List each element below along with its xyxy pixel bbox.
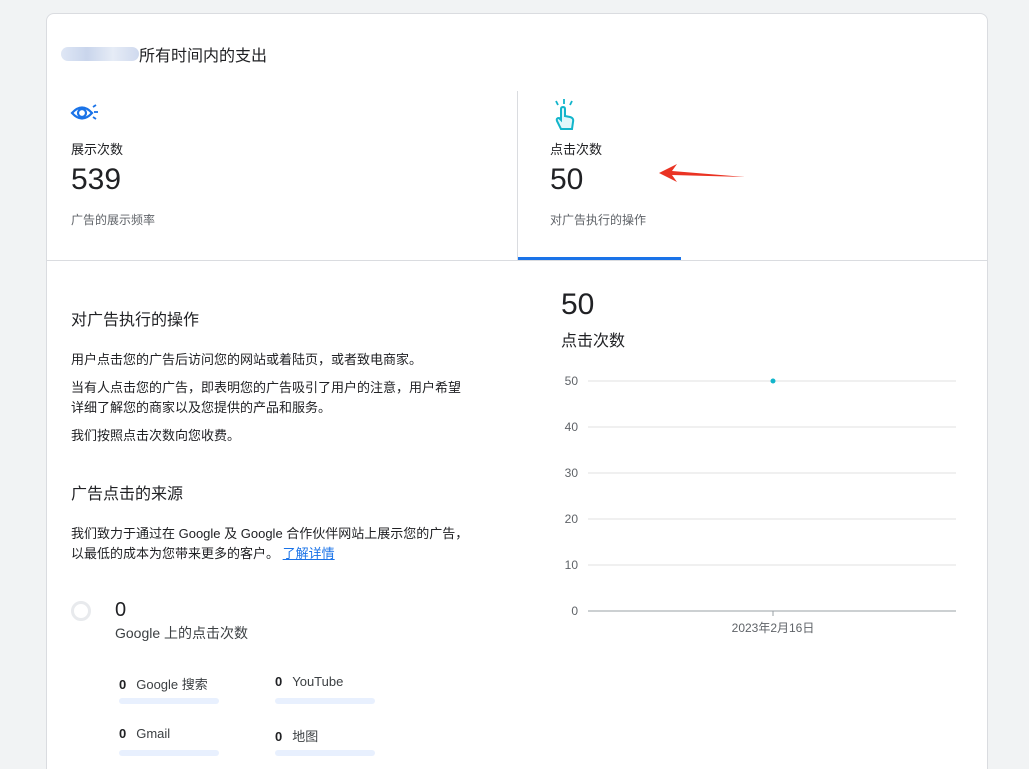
card-header: 所有时间内的支出: [61, 44, 268, 65]
chart-title: 点击次数: [561, 333, 626, 350]
red-arrow-annotation: [659, 164, 745, 182]
maps-clicks-bar: [275, 750, 375, 756]
maps-clicks-label: 地图: [292, 729, 319, 744]
clicks-value: 50: [550, 163, 584, 196]
search-clicks-bar: [119, 698, 219, 704]
search-clicks: 0 Google 搜索: [119, 674, 208, 693]
blurred-account-name: [61, 47, 139, 61]
about-title: 对广告执行的操作: [71, 312, 200, 329]
youtube-clicks-label: YouTube: [292, 674, 344, 689]
about-p1: 用户点击您的广告后访问您的网站或着陆页，或者致电商家。: [71, 352, 423, 367]
card-title: 所有时间内的支出: [139, 48, 268, 65]
gmail-clicks: 0 Gmail: [119, 726, 170, 741]
touch-icon: [555, 99, 575, 130]
y-tick-label: 10: [565, 558, 579, 572]
clicks-label: 点击次数: [550, 142, 603, 157]
y-tick-label: 0: [571, 604, 578, 618]
y-tick-label: 20: [565, 512, 579, 526]
data-point: [770, 378, 776, 384]
youtube-clicks: 0 YouTube: [275, 674, 343, 689]
google-clicks-radio[interactable]: [71, 601, 91, 621]
y-tick-label: 40: [565, 420, 579, 434]
tab-clicks[interactable]: 点击次数 50 对广告执行的操作: [518, 91, 681, 261]
gmail-clicks-label: Gmail: [136, 726, 171, 741]
maps-clicks: 0 地图: [275, 726, 318, 745]
clicks-explanation: 对广告执行的操作 用户点击您的广告后访问您的网站或着陆页，或者致电商家。 当有人…: [71, 306, 481, 564]
google-clicks-total: 0: [115, 599, 127, 621]
eye-icon: [70, 104, 98, 120]
about-p2: 当有人点击您的广告，即表明您的广告吸引了用户的注意，用户希望详细了解您的商家以及…: [71, 380, 462, 415]
about-p3: 我们按照点击次数向您收费。: [71, 428, 241, 443]
chart-total-value: 50: [561, 288, 595, 321]
youtube-clicks-value: 0: [275, 674, 283, 689]
clicks-chart: 0 10 20 30 40 50 2023年2月16日: [565, 374, 956, 635]
search-clicks-value: 0: [119, 677, 127, 692]
source-text-body: 我们致力于通过在 Google 及 Google 合作伙伴网站上展示您的广告，以…: [71, 526, 469, 561]
y-tick-label: 30: [565, 466, 579, 480]
tab-impressions[interactable]: 展示次数 539 广告的展示频率: [47, 91, 518, 261]
impressions-value: 539: [71, 163, 122, 196]
impressions-desc: 广告的展示频率: [71, 213, 156, 227]
clicks-desc: 对广告执行的操作: [550, 213, 647, 227]
spend-card: 所有时间内的支出 展示次数 539 广告的展示频率 点击次数 50 对广告执行的…: [46, 13, 988, 769]
youtube-clicks-bar: [275, 698, 375, 704]
y-tick-label: 50: [565, 374, 579, 388]
x-tick-label: 2023年2月16日: [732, 621, 815, 635]
section-divider: [47, 260, 987, 261]
source-text: 我们致力于通过在 Google 及 Google 合作伙伴网站上展示您的广告，以…: [71, 524, 469, 564]
maps-clicks-value: 0: [275, 729, 283, 744]
impressions-label: 展示次数: [71, 142, 124, 157]
gmail-clicks-value: 0: [119, 726, 127, 741]
learn-more-link[interactable]: 了解详情: [283, 546, 335, 561]
search-clicks-label: Google 搜索: [136, 677, 208, 692]
google-clicks-label: Google 上的点击次数: [115, 625, 249, 641]
gmail-clicks-bar: [119, 750, 219, 756]
source-title: 广告点击的来源: [71, 486, 184, 503]
